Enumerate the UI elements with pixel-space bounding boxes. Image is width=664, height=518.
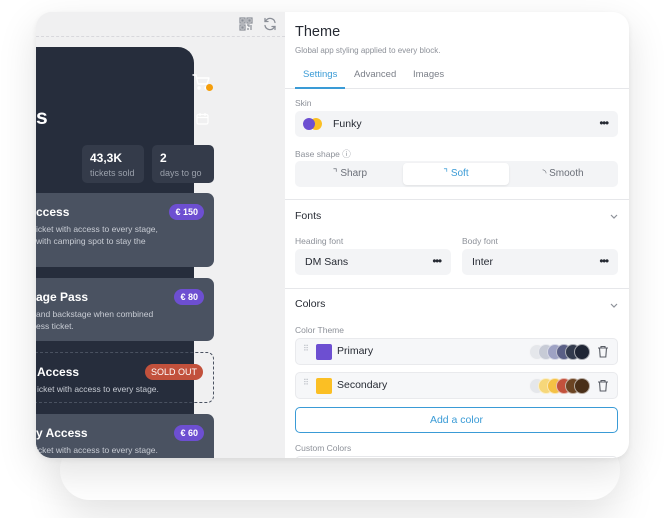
stat-value: 2 [160, 151, 167, 165]
panel-subtitle: Global app styling applied to every bloc… [295, 46, 441, 55]
section-divider [285, 288, 629, 289]
color-palette-preview [529, 378, 590, 394]
ticket-title: y Access [36, 426, 88, 440]
settings-tabs: Settings Advanced Images [285, 65, 629, 89]
tab-advanced[interactable]: Advanced [354, 69, 396, 80]
price-badge: € 80 [174, 289, 204, 305]
panel-title: Theme [295, 24, 341, 40]
more-options-icon[interactable]: ••• [599, 255, 609, 267]
ticket-description: ess ticket. [36, 321, 74, 331]
heading-font-label: Heading font [295, 236, 344, 246]
preview-pane: s 43,3K tickets sold 2 days to go ccess … [36, 12, 285, 458]
preview-toolbar [36, 12, 285, 37]
custom-colors-field[interactable] [295, 456, 618, 458]
ticket-title: ccess [36, 205, 70, 219]
shape-option-soft[interactable]: ⌝ Soft [403, 163, 509, 185]
ticket-card-sold-out: Access icket with access to every stage.… [36, 352, 214, 403]
more-options-icon[interactable]: ••• [599, 117, 609, 129]
fonts-section-title[interactable]: Fonts [295, 210, 321, 222]
trash-icon[interactable] [597, 379, 609, 392]
refresh-icon[interactable] [262, 16, 278, 32]
ticket-card[interactable]: age Pass and backstage when combined ess… [36, 278, 214, 341]
app-heading: s [36, 106, 48, 129]
stat-card-days-to-go: 2 days to go [152, 145, 214, 183]
qr-code-icon[interactable] [238, 16, 254, 32]
color-name: Secondary [337, 379, 388, 391]
drag-handle-icon[interactable]: ⠿ [303, 379, 309, 391]
color-row-secondary[interactable]: ⠿ Secondary [295, 372, 618, 399]
custom-colors-label: Custom Colors [295, 443, 352, 453]
base-shape-selector: ⌝ Sharp ⌝ Soft ◝ Smooth [295, 161, 618, 187]
calendar-icon[interactable] [196, 112, 209, 125]
chevron-down-icon[interactable] [609, 300, 619, 310]
stat-label: tickets sold [90, 168, 135, 178]
tab-settings[interactable]: Settings [303, 69, 337, 80]
base-shape-label: Base shape ⓘ [295, 149, 351, 159]
ticket-card[interactable]: ccess icket with access to every stage, … [36, 193, 214, 267]
color-name: Primary [337, 345, 374, 357]
color-swatch[interactable] [316, 378, 332, 394]
colors-section-title[interactable]: Colors [295, 298, 325, 310]
color-palette-preview [529, 344, 590, 360]
color-swatch[interactable] [316, 344, 332, 360]
app-window: s 43,3K tickets sold 2 days to go ccess … [36, 12, 629, 458]
sold-out-badge: SOLD OUT [144, 364, 203, 380]
shape-option-smooth[interactable]: ◝ Smooth [510, 163, 616, 185]
stat-label: days to go [160, 168, 202, 178]
tab-images[interactable]: Images [413, 69, 444, 80]
skin-color-primary [303, 118, 315, 130]
soft-corner-icon: ⌝ [443, 168, 449, 179]
section-divider [285, 199, 629, 200]
ticket-description: icket with access to every stage. [37, 384, 159, 394]
cart-notification-dot [206, 84, 213, 91]
skin-value: Funky [333, 118, 362, 130]
ticket-description: and backstage when combined [36, 309, 154, 319]
theme-settings-panel: Theme Global app styling applied to ever… [285, 12, 629, 458]
app-preview-screen: s 43,3K tickets sold 2 days to go ccess … [36, 47, 214, 458]
trash-icon[interactable] [597, 345, 609, 358]
price-badge: € 60 [174, 425, 204, 441]
option-label: Sharp [340, 168, 368, 179]
palette-shade [574, 344, 590, 360]
heading-font-select[interactable]: DM Sans ••• [295, 249, 451, 275]
stat-card-tickets-sold: 43,3K tickets sold [82, 145, 144, 183]
ticket-description: icket with access to every stage, [36, 224, 158, 234]
shape-option-sharp[interactable]: ⌝ Sharp [297, 163, 403, 185]
drag-handle-icon[interactable]: ⠿ [303, 345, 309, 357]
color-theme-label: Color Theme [295, 325, 344, 335]
skin-select[interactable]: Funky ••• [295, 111, 618, 137]
ticket-card[interactable]: y Access icket with access to every stag… [36, 414, 214, 458]
price-badge: € 150 [169, 204, 204, 220]
option-label: Soft [450, 168, 469, 179]
sharp-corner-icon: ⌝ [332, 168, 338, 179]
smooth-corner-icon: ◝ [542, 168, 547, 179]
body-font-label: Body font [462, 236, 498, 246]
color-row-primary[interactable]: ⠿ Primary [295, 338, 618, 365]
more-options-icon[interactable]: ••• [432, 255, 442, 267]
body-font-value: Inter [472, 256, 494, 268]
stat-value: 43,3K [90, 151, 123, 165]
skin-label: Skin [295, 98, 312, 108]
ticket-title: Access [37, 365, 80, 379]
option-label: Smooth [549, 168, 584, 179]
heading-font-value: DM Sans [305, 256, 349, 268]
add-color-button[interactable]: Add a color [295, 407, 618, 433]
ticket-description: with camping spot to stay the [36, 236, 146, 246]
ticket-description: icket with access to every stage. [36, 445, 158, 455]
body-font-select[interactable]: Inter ••• [462, 249, 618, 275]
palette-shade [574, 378, 590, 394]
chevron-down-icon[interactable] [609, 211, 619, 221]
active-tab-indicator [295, 87, 345, 89]
ticket-title: age Pass [36, 290, 89, 304]
